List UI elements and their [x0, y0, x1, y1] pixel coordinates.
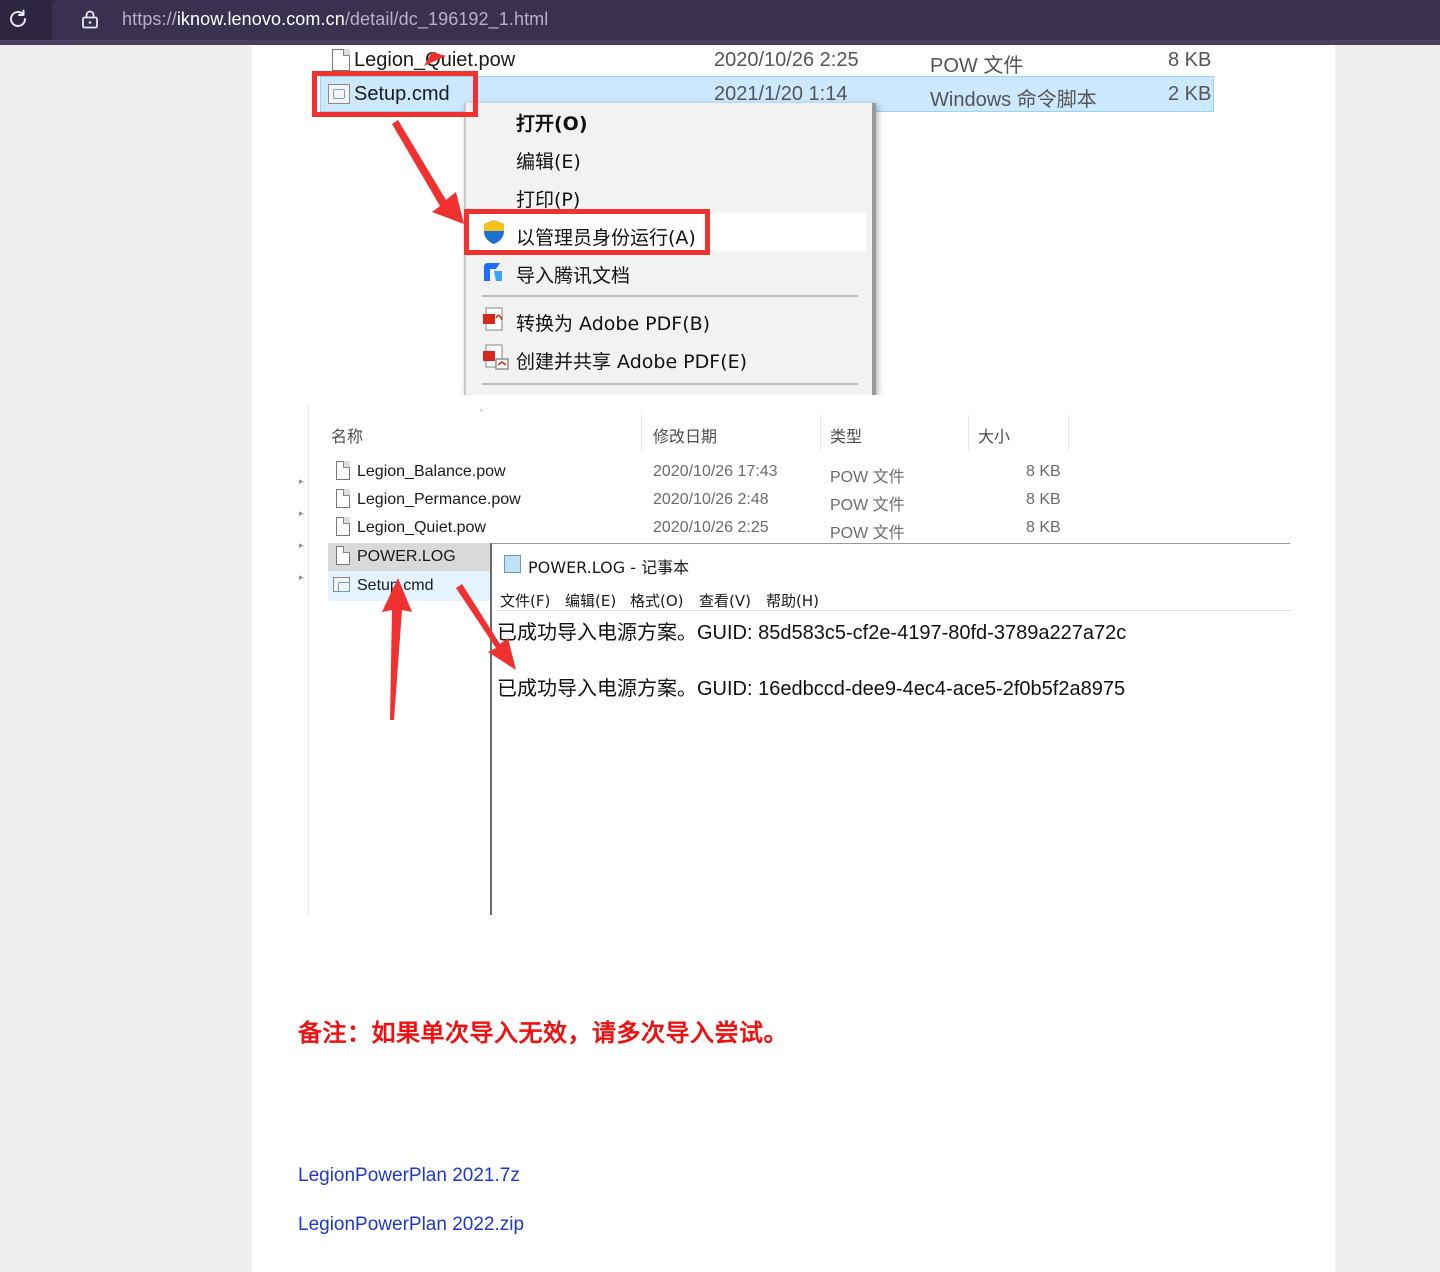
file-name: POWER.LOG — [357, 548, 456, 565]
file-size: 8 KB — [1026, 463, 1061, 480]
column-header-size: 大小 — [978, 427, 1011, 446]
menu-item-create-share-pdf: 创建并共享 Adobe PDF(E) — [516, 351, 748, 373]
file-date: 2020/10/26 17:43 — [653, 463, 778, 480]
log-line: 已成功导入电源方案。GUID: 85d583c5-cf2e-4197-80fd-… — [497, 622, 1127, 644]
file-type: POW 文件 — [830, 497, 905, 514]
chevron-right-icon: ▸ — [299, 509, 304, 519]
tencent-docs-icon — [484, 263, 502, 281]
file-name: Legion_Quiet.pow — [357, 519, 486, 536]
explorer-context-screenshot: Legion_Quiet.pow 2020/10/26 2:25 POW 文件 … — [308, 45, 1228, 395]
url-path: /detail/dc_196192_1.html — [344, 9, 549, 29]
menu-file: 文件(F) — [500, 592, 551, 610]
window-title: POWER.LOG - 记事本 — [528, 558, 690, 577]
log-line: 已成功导入电源方案。GUID: 16edbccd-dee9-4ec4-ace5-… — [497, 678, 1126, 700]
file-type: Windows 命令脚本 — [930, 89, 1097, 111]
file-name: Legion_Permance.pow — [357, 491, 521, 508]
lock-icon[interactable] — [80, 9, 100, 29]
file-type: POW 文件 — [830, 525, 905, 542]
column-divider — [641, 415, 642, 451]
menu-separator — [482, 295, 858, 297]
column-divider — [820, 415, 821, 451]
highlight-box — [312, 71, 478, 117]
browser-toolbar: https://iknow.lenovo.com.cn/detail/dc_19… — [0, 0, 1440, 40]
file-date: 2020/10/26 2:25 — [653, 519, 769, 536]
menu-item-open: 打开(O) — [516, 113, 588, 135]
url-scheme: https:// — [122, 9, 177, 29]
menu-view: 查看(V) — [699, 592, 751, 610]
file-size: 8 KB — [1168, 49, 1212, 71]
file-name: Legion_Balance.pow — [357, 463, 506, 480]
menu-separator — [482, 383, 858, 385]
menu-item-convert-pdf: 转换为 Adobe PDF(B) — [516, 313, 711, 335]
url-host: iknow.lenovo.com.cn — [176, 9, 345, 29]
menu-format: 格式(O) — [630, 592, 684, 610]
pdf-convert-icon — [483, 307, 503, 331]
file-icon — [336, 461, 350, 480]
column-header-date: 修改日期 — [653, 427, 718, 446]
file-date: 2020/10/26 2:25 — [714, 49, 859, 71]
menu-item-print: 打印(P) — [516, 189, 581, 211]
menu-edit: 编辑(E) — [565, 592, 617, 610]
log-file-icon — [336, 546, 350, 565]
note-text: 备注：如果单次导入无效，请多次导入尝试。 — [298, 1019, 788, 1047]
notepad-window: POWER.LOG - 记事本 文件(F) 编辑(E) 格式(O) 查看(V) … — [490, 543, 1292, 915]
download-link-2021[interactable]: LegionPowerPlan 2021.7z — [298, 1165, 520, 1187]
column-divider — [968, 415, 969, 451]
reload-icon[interactable] — [6, 7, 30, 31]
file-icon — [336, 489, 350, 508]
file-date: 2020/10/26 2:48 — [653, 491, 769, 508]
column-divider — [1068, 415, 1069, 451]
menu-item-edit: 编辑(E) — [516, 151, 581, 173]
download-link-2022[interactable]: LegionPowerPlan 2022.zip — [298, 1214, 524, 1236]
file-size: 8 KB — [1026, 491, 1061, 508]
file-icon — [336, 517, 350, 536]
menu-help: 帮助(H) — [766, 592, 819, 610]
file-type: POW 文件 — [830, 469, 905, 486]
chevron-right-icon: ▸ — [299, 477, 304, 487]
notepad-icon — [504, 555, 521, 573]
file-icon — [332, 49, 350, 71]
highlight-box — [464, 209, 710, 255]
cmd-file-icon — [333, 577, 350, 592]
chevron-right-icon: ▸ — [299, 573, 304, 583]
file-size: 2 KB — [1168, 83, 1212, 105]
pdf-share-icon — [483, 344, 509, 370]
menu-divider — [496, 610, 1292, 611]
file-name: Setup.cmd — [357, 577, 434, 594]
address-url[interactable]: https://iknow.lenovo.com.cn/detail/dc_19… — [122, 9, 548, 30]
column-header-name: 名称 — [331, 427, 364, 446]
menu-item-import-tencent: 导入腾讯文档 — [516, 265, 631, 287]
file-type: POW 文件 — [930, 55, 1024, 77]
file-name: Legion_Quiet.pow — [354, 49, 516, 71]
sort-up-icon: ˄ — [479, 409, 484, 420]
chevron-right-icon: ▸ — [299, 541, 304, 551]
file-size: 8 KB — [1026, 519, 1061, 536]
column-header-type: 类型 — [830, 427, 863, 446]
